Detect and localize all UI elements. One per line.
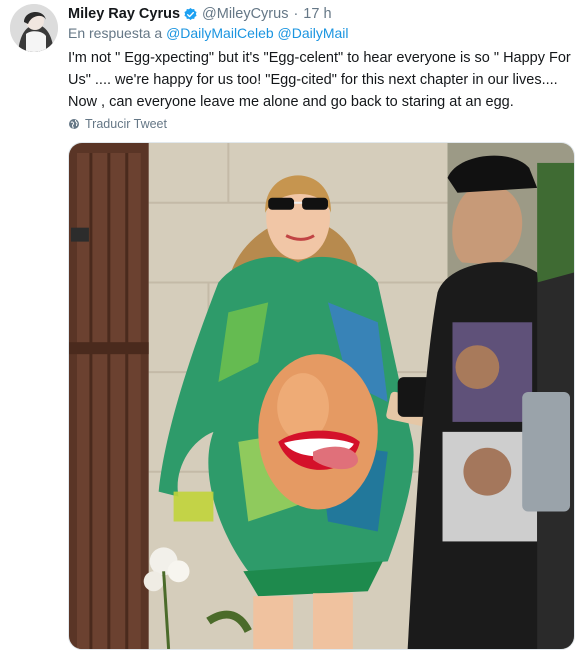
- reply-context: En respuesta a @DailyMailCeleb @DailyMai…: [68, 25, 349, 41]
- mention-link[interactable]: @DailyMailCeleb: [166, 25, 274, 41]
- verified-badge-icon: [183, 7, 198, 22]
- tweet: Miley Ray Cyrus @MileyCyrus · 17 h En re…: [0, 0, 585, 653]
- tweet-timestamp[interactable]: 17 h: [303, 6, 331, 22]
- tweet-text: I'm not " Egg-xpecting" but it's "Egg-ce…: [68, 50, 571, 110]
- translate-label: Traducir Tweet: [85, 117, 167, 131]
- avatar[interactable]: [10, 4, 58, 52]
- tweet-photo[interactable]: [68, 142, 575, 650]
- author-handle[interactable]: @MileyCyrus: [202, 6, 288, 22]
- tweet-header: Miley Ray Cyrus @MileyCyrus · 17 h: [68, 4, 575, 24]
- author-name[interactable]: Miley Ray Cyrus: [68, 6, 180, 22]
- header-separator: ·: [293, 6, 299, 22]
- reply-prefix: En respuesta a: [68, 25, 163, 41]
- mention-link[interactable]: @DailyMail: [278, 25, 349, 41]
- globe-icon: [69, 119, 79, 129]
- egg-sticker: [258, 354, 378, 510]
- translate-tweet-link[interactable]: Traducir Tweet: [68, 117, 167, 131]
